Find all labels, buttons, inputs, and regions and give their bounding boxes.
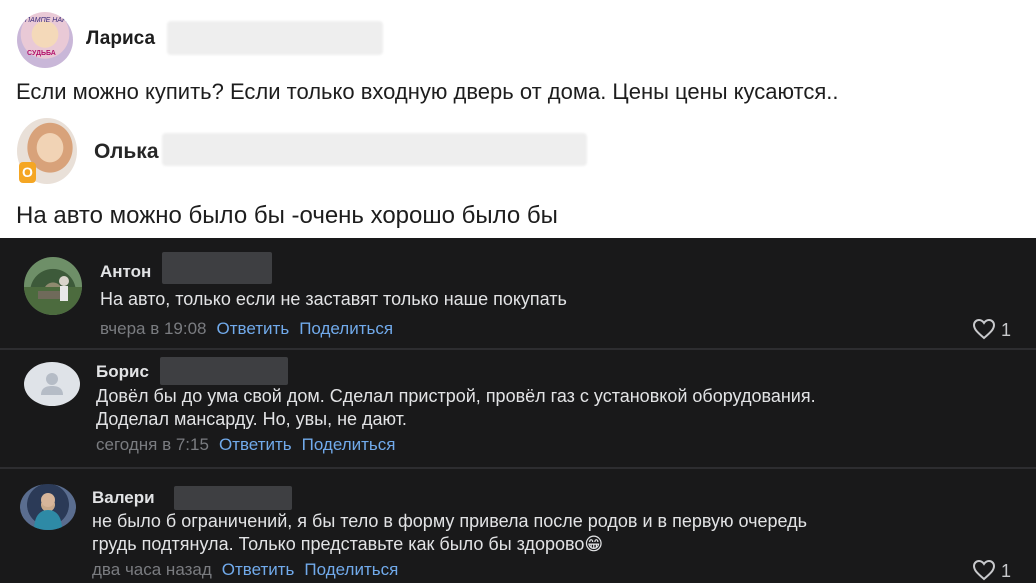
light-comments-section: ПАМПЕ НАРА СУДЬБА Лариса Если можно купи… <box>0 0 1036 238</box>
timestamp: два часа назад <box>92 560 212 579</box>
like-count: 1 <box>1001 320 1012 340</box>
share-link[interactable]: Поделиться <box>304 560 398 579</box>
like-button[interactable]: 1 <box>972 559 1011 582</box>
heart-icon <box>972 559 996 581</box>
avatar-caption: ПАМПЕ НАРА <box>25 17 71 24</box>
comment-meta: два часа назад Ответить Поделиться <box>92 560 398 580</box>
author-name[interactable]: Лариса <box>86 28 155 50</box>
divider <box>0 348 1036 350</box>
like-button[interactable]: 1 <box>972 318 1011 341</box>
heart-icon <box>972 318 996 340</box>
comment-line: грудь подтянула. Только представьте как … <box>92 534 604 554</box>
reply-link[interactable]: Ответить <box>219 435 292 454</box>
comment-line: На авто, только если не заставят только … <box>100 289 567 309</box>
redacted-surname <box>160 357 288 385</box>
avatar-caption: СУДЬБА <box>27 50 56 57</box>
timestamp: сегодня в 7:15 <box>96 435 209 454</box>
timestamp: вчера в 19:08 <box>100 319 207 338</box>
comment-meta: сегодня в 7:15 Ответить Поделиться <box>96 435 396 455</box>
share-link[interactable]: Поделиться <box>299 319 393 338</box>
author-name[interactable]: Антон <box>100 262 151 282</box>
avatar[interactable]: ПАМПЕ НАРА СУДЬБА <box>17 12 73 68</box>
comment-meta: вчера в 19:08 Ответить Поделиться <box>100 319 393 339</box>
avatar-photo <box>34 493 62 530</box>
comment-text: На авто, только если не заставят только … <box>100 288 567 311</box>
redacted-surname <box>174 486 292 510</box>
divider <box>0 467 1036 469</box>
redacted-surname <box>162 252 272 284</box>
avatar[interactable] <box>24 257 82 315</box>
share-link[interactable]: Поделиться <box>302 435 396 454</box>
author-name[interactable]: Борис <box>96 362 149 382</box>
avatar[interactable] <box>20 484 76 530</box>
redacted-surname <box>167 21 383 55</box>
comment-line: Довёл бы до ума свой дом. Сделал пристро… <box>96 386 816 406</box>
user-placeholder-icon <box>41 373 63 395</box>
comment-line: Доделал мансарду. Но, увы, не дают. <box>96 409 407 429</box>
redacted-surname <box>162 133 587 166</box>
comment-text: Довёл бы до ума свой дом. Сделал пристро… <box>96 385 816 431</box>
dark-comments-section: Антон На авто, только если не заставят т… <box>0 238 1036 583</box>
reply-link[interactable]: Ответить <box>217 319 290 338</box>
comment-line: не было б ограничений, я бы тело в форму… <box>92 511 808 531</box>
avatar-photo <box>24 276 82 315</box>
comment-text: Если можно купить? Если только входную д… <box>16 79 839 104</box>
reply-link[interactable]: Ответить <box>222 560 295 579</box>
comment-text: На авто можно было бы -очень хорошо было… <box>16 202 558 229</box>
avatar[interactable] <box>24 362 80 406</box>
site-badge-icon: O <box>19 162 36 183</box>
author-name[interactable]: Олька <box>94 140 159 164</box>
like-count: 1 <box>1001 561 1012 581</box>
comment-text: не было б ограничений, я бы тело в форму… <box>92 510 807 556</box>
author-name[interactable]: Валери <box>92 488 155 508</box>
